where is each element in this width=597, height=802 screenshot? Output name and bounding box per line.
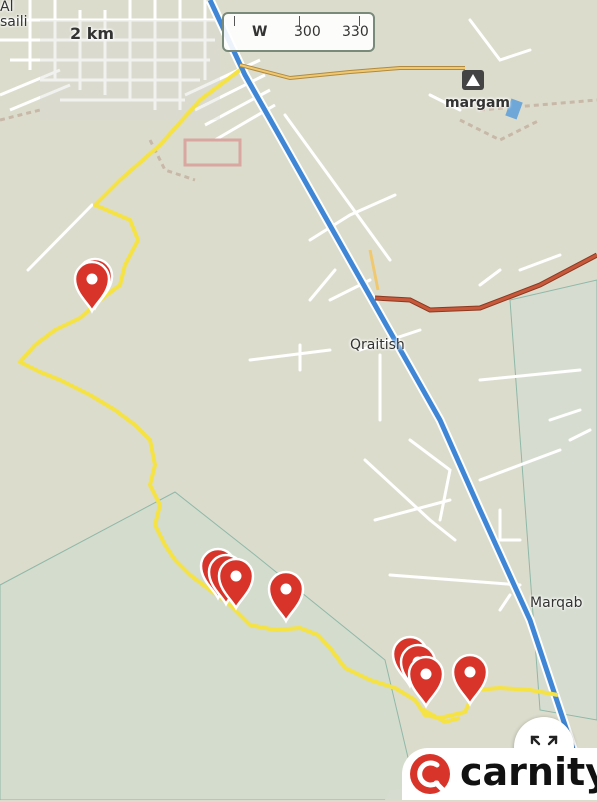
carnity-logo-icon [410, 754, 450, 794]
map-canvas[interactable] [0, 0, 597, 800]
compass-degree-330: 330 [342, 24, 369, 40]
compass-direction: W [252, 24, 268, 40]
brand-name: carnity [460, 750, 597, 794]
brand-badge: carnity [402, 748, 597, 800]
place-label-qraitish: Qraitish [350, 337, 405, 353]
compass-bar[interactable]: W 300 330 [222, 12, 375, 52]
place-label-margam: margam [445, 95, 510, 111]
compass-degree-300: 300 [294, 24, 321, 40]
place-label-top-left: Al saili [0, 0, 28, 30]
compass-tick [234, 16, 235, 26]
place-label-marqab: Marqab [530, 595, 583, 611]
scale-label: 2 km [70, 24, 115, 43]
peak-icon [462, 70, 484, 90]
